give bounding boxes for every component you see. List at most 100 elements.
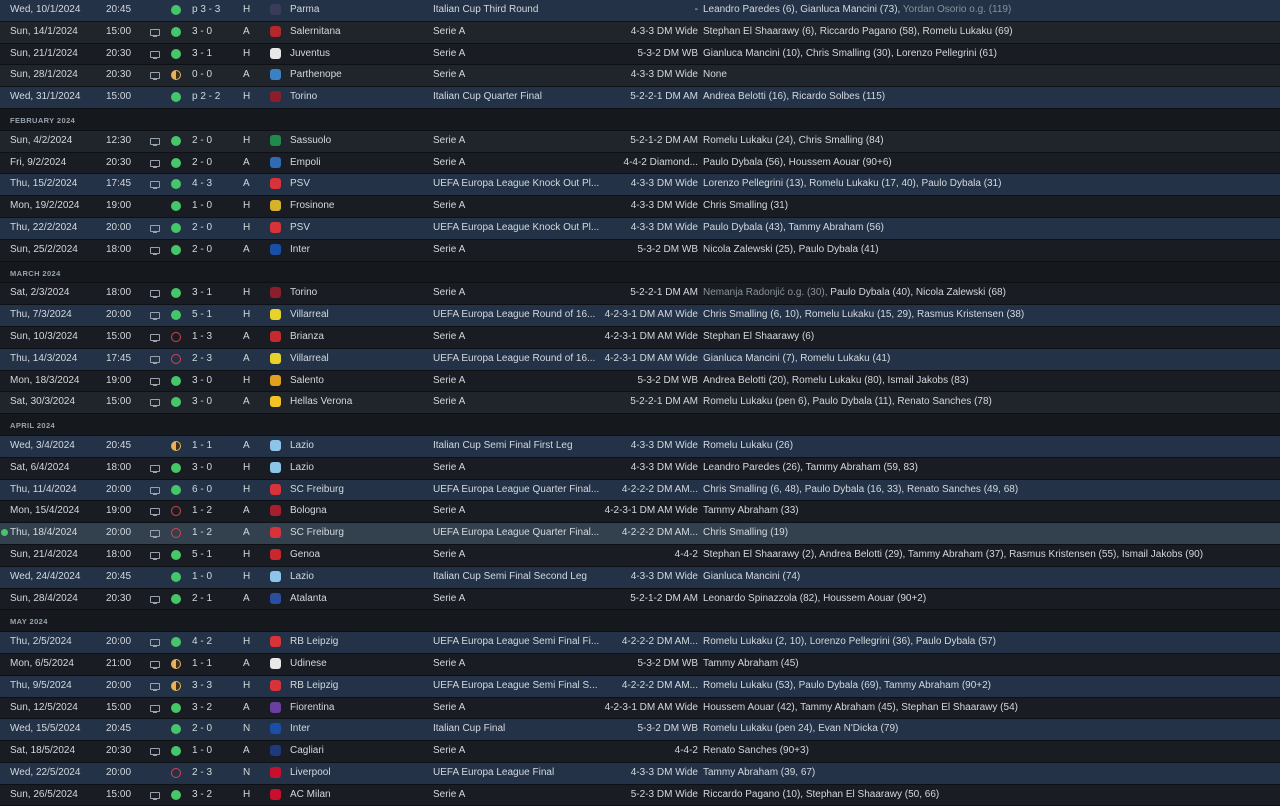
opponent-link[interactable]: Lazio — [290, 458, 425, 478]
fixture-row[interactable]: Sun, 21/4/2024 18:00 5 - 1 H Genoa Serie A 4-4… — [0, 544, 1280, 567]
fixture-score[interactable]: 4 - 2 — [192, 632, 234, 652]
fixture-score[interactable]: 3 - 2 — [192, 785, 234, 805]
competition-link[interactable]: Italian Cup Semi Final First Leg — [433, 436, 603, 456]
fixture-score[interactable]: 0 - 0 — [192, 65, 234, 85]
competition-link[interactable]: UEFA Europa League Knock Out Pl... — [433, 174, 603, 194]
fixture-row[interactable]: Sat, 30/3/2024 15:00 3 - 0 A Hellas Verona Se… — [0, 392, 1280, 415]
fixture-row[interactable]: Fri, 9/2/2024 20:30 2 - 0 A Empoli Serie A 4-4… — [0, 152, 1280, 175]
competition-link[interactable]: Serie A — [433, 240, 603, 260]
competition-link[interactable]: Italian Cup Semi Final Second Leg — [433, 567, 603, 587]
opponent-link[interactable]: SC Freiburg — [290, 523, 425, 543]
opponent-link[interactable]: Atalanta — [290, 589, 425, 609]
opponent-link[interactable]: Salernitana — [290, 22, 425, 42]
fixture-score[interactable]: 1 - 3 — [192, 327, 234, 347]
competition-link[interactable]: Serie A — [433, 458, 603, 478]
competition-link[interactable]: Serie A — [433, 654, 603, 674]
fixture-row[interactable]: Wed, 15/5/2024 20:45 2 - 0 N Inter Italian Cu… — [0, 719, 1280, 742]
fixture-score[interactable]: 3 - 0 — [192, 458, 234, 478]
opponent-link[interactable]: Genoa — [290, 545, 425, 565]
opponent-link[interactable]: Lazio — [290, 436, 425, 456]
fixture-row[interactable]: Thu, 14/3/2024 17:45 2 - 3 A Villarreal UEFA … — [0, 348, 1280, 371]
fixture-score[interactable]: 6 - 0 — [192, 480, 234, 500]
opponent-link[interactable]: Udinese — [290, 654, 425, 674]
fixture-row[interactable]: Sun, 28/4/2024 20:30 2 - 1 A Atalanta Serie A… — [0, 588, 1280, 611]
fixture-row[interactable]: Sun, 12/5/2024 15:00 3 - 2 A Fiorentina Serie… — [0, 697, 1280, 720]
competition-link[interactable]: Italian Cup Quarter Final — [433, 87, 603, 107]
opponent-link[interactable]: Lazio — [290, 567, 425, 587]
opponent-link[interactable]: PSV — [290, 174, 425, 194]
fixture-row[interactable]: Sun, 21/1/2024 20:30 3 - 1 H Juventus Serie A… — [0, 43, 1280, 66]
competition-link[interactable]: Serie A — [433, 392, 603, 412]
fixture-score[interactable]: 3 - 2 — [192, 698, 234, 718]
opponent-link[interactable]: SC Freiburg — [290, 480, 425, 500]
fixture-score[interactable]: p 2 - 2 — [192, 87, 234, 107]
opponent-link[interactable]: RB Leipzig — [290, 632, 425, 652]
fixture-row[interactable]: Mon, 6/5/2024 21:00 1 - 1 A Udinese Serie A 5-… — [0, 653, 1280, 676]
fixture-row[interactable]: Thu, 18/4/2024 20:00 1 - 2 A SC Freiburg UEFA… — [0, 523, 1280, 545]
fixture-row[interactable]: Wed, 10/1/2024 20:45 p 3 - 3 H Parma Italian … — [0, 0, 1280, 22]
opponent-link[interactable]: Inter — [290, 719, 425, 739]
fixture-row[interactable]: Mon, 18/3/2024 19:00 3 - 0 H Salento Serie A 5… — [0, 370, 1280, 393]
competition-link[interactable]: Serie A — [433, 153, 603, 173]
competition-link[interactable]: UEFA Europa League Knock Out Pl... — [433, 218, 603, 238]
fixture-score[interactable]: 5 - 1 — [192, 545, 234, 565]
competition-link[interactable]: Serie A — [433, 589, 603, 609]
competition-link[interactable]: Serie A — [433, 22, 603, 42]
opponent-link[interactable]: Cagliari — [290, 741, 425, 761]
fixture-row[interactable]: Thu, 7/3/2024 20:00 5 - 1 H Villarreal UEFA E… — [0, 305, 1280, 327]
opponent-link[interactable]: Villarreal — [290, 349, 425, 369]
opponent-link[interactable]: Fiorentina — [290, 698, 425, 718]
fixture-score[interactable]: 3 - 0 — [192, 371, 234, 391]
fixture-score[interactable]: 1 - 2 — [192, 501, 234, 521]
fixture-row[interactable]: Thu, 2/5/2024 20:00 4 - 2 H RB Leipzig UEFA E… — [0, 632, 1280, 654]
competition-link[interactable]: UEFA Europa League Semi Final S... — [433, 676, 603, 696]
fixture-score[interactable]: 1 - 0 — [192, 567, 234, 587]
competition-link[interactable]: UEFA Europa League Semi Final Fi... — [433, 632, 603, 652]
fixture-row[interactable]: Wed, 24/4/2024 20:45 1 - 0 H Lazio Italian Cu… — [0, 566, 1280, 589]
fixture-row[interactable]: Sun, 10/3/2024 15:00 1 - 3 A Brianza Serie A4… — [0, 326, 1280, 349]
competition-link[interactable]: Serie A — [433, 545, 603, 565]
fixture-row[interactable]: Thu, 11/4/2024 20:00 6 - 0 H SC Freiburg UEFA… — [0, 479, 1280, 502]
opponent-link[interactable]: Sassuolo — [290, 131, 425, 151]
competition-link[interactable]: Serie A — [433, 327, 603, 347]
competition-link[interactable]: Serie A — [433, 741, 603, 761]
opponent-link[interactable]: PSV — [290, 218, 425, 238]
fixture-row[interactable]: Sun, 14/1/2024 15:00 3 - 0 A Salernitana Seri… — [0, 21, 1280, 44]
opponent-link[interactable]: Salento — [290, 371, 425, 391]
opponent-link[interactable]: Frosinone — [290, 196, 425, 216]
fixture-score[interactable]: 1 - 2 — [192, 523, 234, 543]
fixture-score[interactable]: 3 - 1 — [192, 44, 234, 64]
competition-link[interactable]: UEFA Europa League Round of 16... — [433, 349, 603, 369]
opponent-link[interactable]: Liverpool — [290, 763, 425, 783]
fixture-score[interactable]: 3 - 1 — [192, 283, 234, 303]
competition-link[interactable]: Italian Cup Third Round — [433, 0, 603, 20]
competition-link[interactable]: UEFA Europa League Quarter Final... — [433, 523, 603, 543]
fixture-score[interactable]: 2 - 1 — [192, 589, 234, 609]
fixture-score[interactable]: 3 - 0 — [192, 22, 234, 42]
opponent-link[interactable]: Parthenope — [290, 65, 425, 85]
fixture-row[interactable]: Mon, 15/4/2024 19:00 1 - 2 A Bologna Serie A4… — [0, 501, 1280, 524]
competition-link[interactable]: Serie A — [433, 371, 603, 391]
competition-link[interactable]: Serie A — [433, 131, 603, 151]
opponent-link[interactable]: Torino — [290, 283, 425, 303]
fixture-score[interactable]: 1 - 1 — [192, 654, 234, 674]
opponent-link[interactable]: AC Milan — [290, 785, 425, 805]
fixture-row[interactable]: Sat, 2/3/2024 18:00 3 - 1 H Torino Serie A 5-2… — [0, 283, 1280, 306]
opponent-link[interactable]: Juventus — [290, 44, 425, 64]
fixture-row[interactable]: Wed, 31/1/2024 15:00 p 2 - 2 H Torino Italian… — [0, 87, 1280, 109]
opponent-link[interactable]: Hellas Verona — [290, 392, 425, 412]
competition-link[interactable]: Serie A — [433, 65, 603, 85]
opponent-link[interactable]: Bologna — [290, 501, 425, 521]
fixture-score[interactable]: 4 - 3 — [192, 174, 234, 194]
opponent-link[interactable]: RB Leipzig — [290, 676, 425, 696]
opponent-link[interactable]: Brianza — [290, 327, 425, 347]
opponent-link[interactable]: Torino — [290, 87, 425, 107]
competition-link[interactable]: Serie A — [433, 44, 603, 64]
opponent-link[interactable]: Inter — [290, 240, 425, 260]
fixture-score[interactable]: 2 - 3 — [192, 763, 234, 783]
fixture-score[interactable]: 2 - 0 — [192, 240, 234, 260]
fixture-score[interactable]: 2 - 0 — [192, 218, 234, 238]
opponent-link[interactable]: Empoli — [290, 153, 425, 173]
fixture-score[interactable]: 2 - 0 — [192, 719, 234, 739]
fixture-score[interactable]: 1 - 0 — [192, 741, 234, 761]
